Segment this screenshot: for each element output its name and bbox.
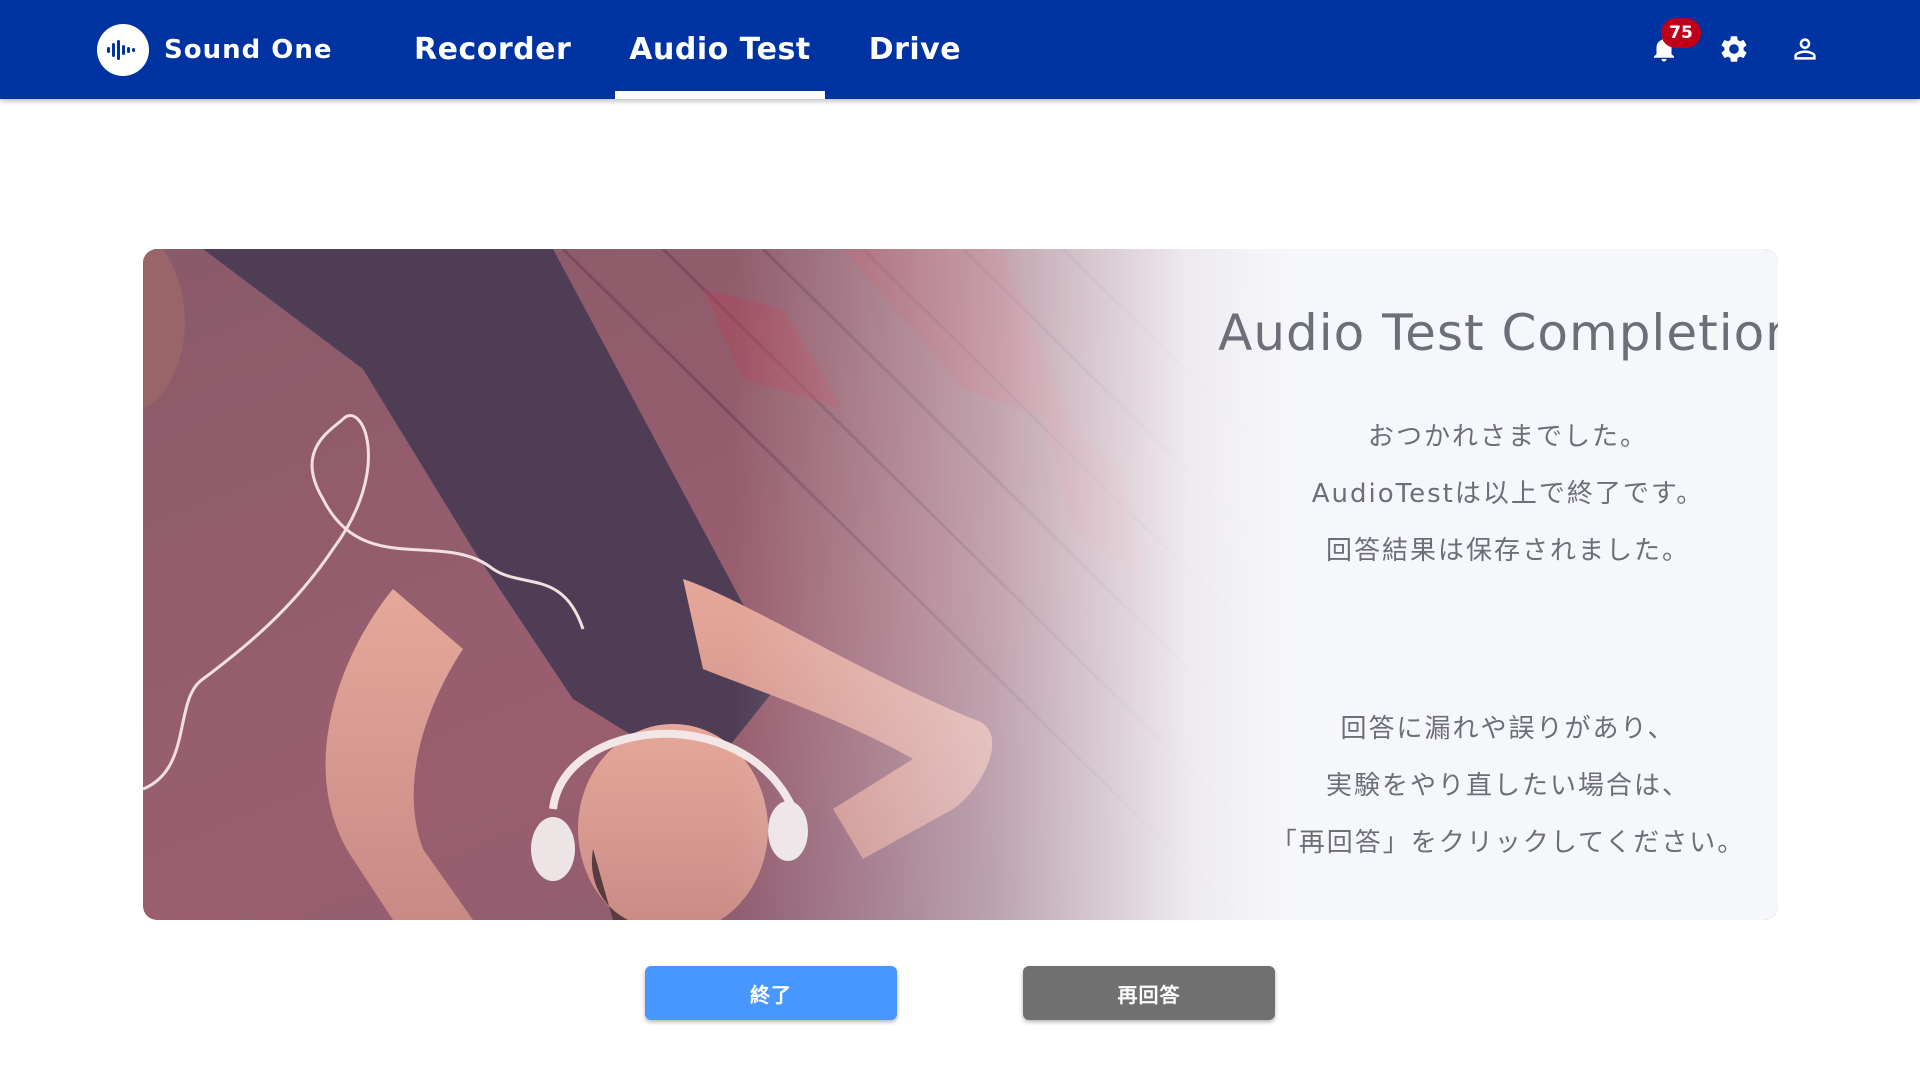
finish-button[interactable]: 終了 [645, 966, 897, 1020]
retry-button[interactable]: 再回答 [1023, 966, 1275, 1020]
message-line: おつかれさまでした。 [1367, 422, 1648, 452]
message-line: 「再回答」をクリックしてください。 [1270, 828, 1746, 858]
tab-audio-test[interactable]: Audio Test [615, 0, 826, 99]
completion-card: Audio Test Completion おつかれさまでした。 AudioTe… [143, 249, 1778, 920]
message-line: 回答に漏れや誤りがあり、 [1340, 714, 1676, 744]
retry-instructions: 回答に漏れや誤りがあり、 実験をやり直したい場合は、 「再回答」をクリックしてく… [1093, 701, 1778, 872]
top-app-bar: Sound One Recorder Audio Test Drive 75 [0, 0, 1920, 99]
tab-drive[interactable]: Drive [855, 0, 975, 99]
settings-button[interactable] [1716, 31, 1752, 67]
main-nav: Recorder Audio Test Drive [400, 0, 1005, 99]
message-line: AudioTestは以上で終了です。 [1311, 479, 1705, 509]
notification-count-badge: 75 [1661, 18, 1701, 48]
message-line: 実験をやり直したい場合は、 [1325, 771, 1690, 801]
tab-recorder[interactable]: Recorder [400, 0, 585, 99]
completion-text: Audio Test Completion おつかれさまでした。 AudioTe… [1093, 249, 1778, 920]
app-logo[interactable]: Sound One [97, 24, 333, 76]
person-icon [1794, 38, 1816, 60]
gear-icon [1721, 36, 1747, 62]
message-line: 回答結果は保存されました。 [1325, 536, 1690, 566]
waveform-icon [97, 24, 149, 76]
account-button[interactable] [1787, 31, 1823, 67]
app-name: Sound One [164, 35, 333, 65]
page-title: Audio Test Completion [1218, 304, 1778, 362]
completion-message: おつかれさまでした。 AudioTestは以上で終了です。 回答結果は保存されま… [1093, 409, 1778, 580]
